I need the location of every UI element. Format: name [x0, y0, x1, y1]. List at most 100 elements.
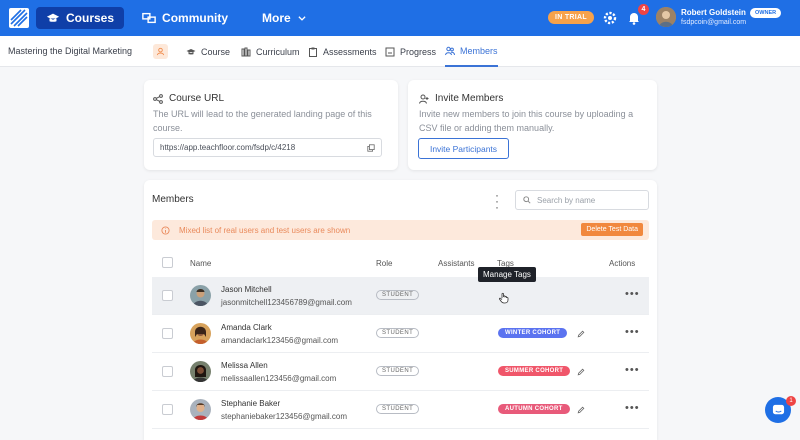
nav-more[interactable]: More [252, 7, 317, 29]
table-row[interactable]: Stephanie Baker stephaniebaker123456@gma… [152, 391, 649, 429]
search-icon [523, 196, 531, 204]
teachfloor-logo-icon[interactable] [4, 0, 34, 36]
role-badge: STUDENT [376, 404, 420, 414]
settings-gear-icon[interactable] [602, 10, 618, 26]
nav-community-label: Community [162, 11, 229, 25]
row-checkbox[interactable] [162, 404, 173, 415]
members-icon [445, 46, 455, 55]
owner-badge: OWNER [750, 8, 782, 18]
nav-courses-label: Courses [66, 11, 115, 25]
course-title: Mastering the Digital Marketing [8, 46, 133, 56]
invite-description: Invite new members to join this course b… [419, 109, 634, 133]
member-email: stephaniebaker123456@gmail.com [221, 412, 347, 421]
copy-icon[interactable] [367, 143, 375, 152]
member-name[interactable]: Stephanie Baker [221, 399, 280, 408]
course-url-value: https://app.teachfloor.com/fsdp/c/4218 [160, 143, 296, 152]
clipboard-icon [309, 47, 317, 57]
test-data-notice: Mixed list of real users and test users … [152, 220, 649, 240]
nav-courses[interactable]: Courses [36, 7, 125, 29]
user-email: fsdpcoin@gmail.com [681, 19, 747, 26]
user-name: Robert Goldstein [681, 8, 746, 17]
trial-badge[interactable]: IN TRIAL [548, 11, 594, 24]
member-name[interactable]: Melissa Allen [221, 361, 268, 370]
tab-assessments-label: Assessments [323, 46, 377, 57]
table-row[interactable]: Jason Mitchell jasonmitchell123456789@gm… [152, 277, 649, 315]
tab-members[interactable]: Members [445, 36, 498, 67]
search-input[interactable]: Search by name [515, 190, 649, 210]
tab-assessments[interactable]: Assessments [308, 36, 377, 67]
avatar [190, 323, 211, 344]
table-row[interactable]: Melissa Allen melissaallen123456@gmail.c… [152, 353, 649, 391]
row-actions-more-icon[interactable]: ••• [625, 327, 640, 338]
share-icon [153, 93, 163, 104]
column-name[interactable]: Name [190, 259, 211, 268]
avatar [190, 361, 211, 382]
course-url-description: The URL will lead to the generated landi… [153, 109, 372, 133]
members-heading: Members [152, 194, 194, 205]
tag-badge[interactable]: WINTER COHORT [498, 328, 568, 338]
progress-chart-icon [385, 47, 395, 56]
delete-test-data-button[interactable]: Delete Test Data [581, 223, 643, 236]
row-checkbox[interactable] [162, 290, 173, 301]
invite-heading: Invite Members [419, 93, 503, 104]
chat-icon [772, 404, 784, 414]
course-url-field[interactable]: https://app.teachfloor.com/fsdp/c/4218 [153, 138, 382, 157]
row-checkbox[interactable] [162, 328, 173, 339]
pointer-hand-icon [499, 292, 509, 304]
column-role[interactable]: Role [376, 259, 392, 268]
edit-tags-pencil-icon[interactable] [577, 406, 585, 414]
notice-text: Mixed list of real users and test users … [179, 225, 351, 235]
notification-count-badge: 4 [638, 4, 649, 15]
course-user-icon[interactable] [153, 44, 168, 59]
course-url-heading: Course URL [153, 93, 224, 104]
user-avatar[interactable] [656, 7, 676, 27]
graduation-cap-icon [186, 48, 196, 54]
community-icon [142, 12, 156, 24]
tab-curriculum[interactable]: Curriculum [241, 36, 300, 67]
tab-progress[interactable]: Progress [385, 36, 436, 67]
row-actions-more-icon[interactable]: ••• [625, 403, 640, 414]
chevron-down-icon [298, 16, 306, 21]
members-options-icon[interactable]: · · · [495, 189, 499, 213]
nav-more-label: More [262, 11, 291, 25]
avatar [190, 399, 211, 420]
column-actions: Actions [609, 259, 636, 268]
row-actions-more-icon[interactable]: ••• [625, 289, 640, 300]
info-icon [161, 225, 170, 235]
tab-course[interactable]: Course [186, 36, 230, 67]
invite-participants-button[interactable]: Invite Participants [418, 138, 509, 159]
member-email: amandaclark123456@gmail.com [221, 336, 339, 345]
add-user-icon [419, 94, 429, 104]
row-actions-more-icon[interactable]: ••• [625, 365, 640, 376]
tag-badge[interactable]: AUTUMN COHORT [498, 404, 570, 414]
role-badge: STUDENT [376, 366, 420, 376]
invite-title: Invite Members [435, 93, 504, 104]
table-row[interactable]: Amanda Clark amandaclark123456@gmail.com… [152, 315, 649, 353]
column-assistants[interactable]: Assistants [438, 259, 474, 268]
graduation-cap-icon [46, 13, 60, 22]
books-icon [241, 47, 251, 56]
tab-members-label: Members [460, 45, 498, 56]
nav-community[interactable]: Community [132, 7, 238, 29]
top-navigation-bar: Courses Community More IN TRIAL 4 Robert… [0, 0, 800, 36]
tab-curriculum-label: Curriculum [256, 46, 300, 57]
member-name[interactable]: Jason Mitchell [221, 285, 272, 294]
member-email: melissaallen123456@gmail.com [221, 374, 337, 383]
member-email: jasonmitchell123456789@gmail.com [221, 298, 352, 307]
tag-badge[interactable]: SUMMER COHORT [498, 366, 571, 376]
member-name[interactable]: Amanda Clark [221, 323, 272, 332]
course-subnav: Mastering the Digital Marketing Course C… [0, 36, 800, 67]
manage-tags-tooltip: Manage Tags [478, 267, 536, 282]
select-all-checkbox[interactable] [162, 257, 173, 268]
row-checkbox[interactable] [162, 366, 173, 377]
tab-course-label: Course [201, 46, 231, 57]
avatar [190, 285, 211, 306]
edit-tags-pencil-icon[interactable] [577, 368, 585, 376]
chat-unread-badge: 1 [786, 396, 796, 406]
tab-progress-label: Progress [400, 46, 437, 57]
role-badge: STUDENT [376, 328, 420, 338]
edit-tags-pencil-icon[interactable] [577, 330, 585, 338]
role-badge: STUDENT [376, 290, 420, 300]
course-url-title: Course URL [169, 93, 225, 104]
search-placeholder: Search by name [537, 195, 596, 205]
